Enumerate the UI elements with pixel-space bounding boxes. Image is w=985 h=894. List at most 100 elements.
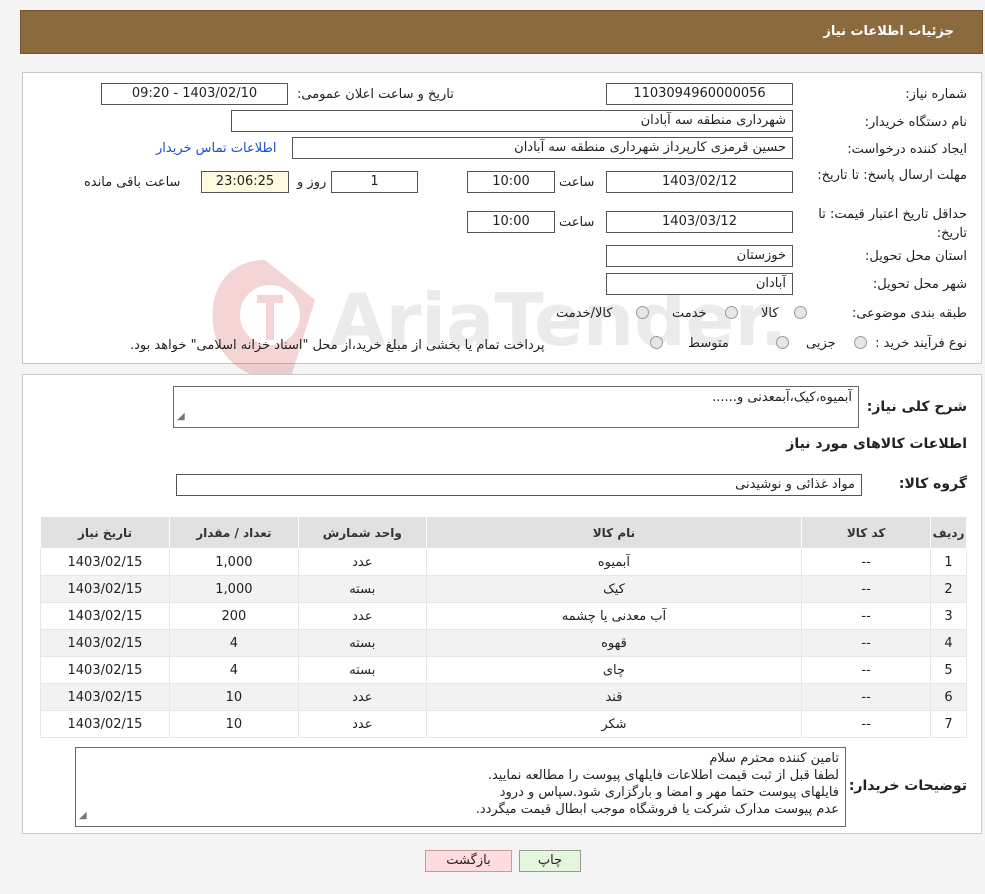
process-option-medium: متوسط <box>688 336 729 351</box>
process-type-label: نوع فرآیند خرید : <box>875 336 967 351</box>
goods-group-field[interactable]: مواد غذائی و نوشیدنی <box>176 474 862 496</box>
buyer-org-label: نام دستگاه خریدار: <box>864 115 967 130</box>
cell-row-number: 6 <box>930 683 967 711</box>
validity-date-field[interactable]: 1403/03/12 <box>606 211 793 233</box>
process-radio-minor[interactable] <box>854 336 867 349</box>
reply-date-field[interactable]: 1403/02/12 <box>606 171 793 193</box>
buyer-note-line: فایلهای پیوست حتما مهر و امضا و بارگزاری… <box>499 785 839 800</box>
buyer-note-line: عدم پیوست مدارک شرکت یا فروشگاه موجب ابط… <box>475 802 839 817</box>
table-header-row: ردیف کد کالا نام کالا واحد شمارش تعداد /… <box>40 516 967 549</box>
cell-unit: عدد <box>297 710 427 738</box>
validity-time-label: ساعت <box>559 215 595 230</box>
resize-grip-icon[interactable]: ◢ <box>79 807 87 824</box>
resize-grip-icon[interactable]: ◢ <box>177 408 185 425</box>
category-option-service: خدمت <box>672 306 707 321</box>
reply-time-field[interactable]: 10:00 <box>467 171 555 193</box>
cell-row-number: 4 <box>930 629 967 657</box>
reply-time-label: ساعت <box>559 175 595 190</box>
reply-deadline-label: مهلت ارسال پاسخ: تا تاریخ: <box>817 168 967 183</box>
items-heading: اطلاعات کالاهای مورد نیاز <box>786 436 967 452</box>
category-label: طبقه بندی موضوعی: <box>851 306 967 321</box>
table-row[interactable]: 7 -- شکر عدد 10 1403/02/15 <box>40 710 967 738</box>
cell-goods-code: -- <box>801 629 932 657</box>
cell-goods-code: -- <box>801 548 932 576</box>
announce-date-label: تاریخ و ساعت اعلان عمومی: <box>297 87 454 102</box>
creator-label: ایجاد کننده درخواست: <box>847 142 967 157</box>
need-summary-label: شرح کلی نیاز: <box>866 399 967 415</box>
need-summary-text: آبمیوه،کیک،آبمعدنی و...... <box>712 390 852 405</box>
table-row[interactable]: 6 -- قند عدد 10 1403/02/15 <box>40 683 967 711</box>
cell-need-date: 1403/02/15 <box>40 710 170 738</box>
table-row[interactable]: 3 -- آب معدنی یا چشمه عدد 200 1403/02/15 <box>40 602 967 630</box>
cell-unit: عدد <box>297 602 427 630</box>
need-number-field[interactable]: 1103094960000056 <box>606 83 793 105</box>
category-option-both: کالا/خدمت <box>556 306 613 321</box>
cell-goods-name: قند <box>425 683 803 711</box>
cell-unit: بسته <box>297 656 427 684</box>
cell-row-number: 5 <box>930 656 967 684</box>
process-radio-medium[interactable] <box>776 336 789 349</box>
goods-group-label: گروه کالا: <box>898 476 967 492</box>
province-label: استان محل تحویل: <box>865 249 967 264</box>
days-label: روز و <box>297 175 327 190</box>
cell-goods-code: -- <box>801 575 932 603</box>
cell-need-date: 1403/02/15 <box>40 575 170 603</box>
cell-need-date: 1403/02/15 <box>40 548 170 576</box>
buyer-notes-textarea[interactable]: تامین کننده محترم سلام لطفا قبل از ثبت ق… <box>75 747 846 827</box>
cell-quantity: 10 <box>168 683 299 711</box>
price-validity-label: حداقل تاریخ اعتبار قیمت: تا تاریخ: <box>818 207 967 241</box>
category-radio-both[interactable] <box>636 306 649 319</box>
cell-need-date: 1403/02/15 <box>40 602 170 630</box>
cell-quantity: 4 <box>168 656 299 684</box>
col-header-goods-code: کد کالا <box>801 516 932 549</box>
cell-unit: عدد <box>297 548 427 576</box>
cell-row-number: 1 <box>930 548 967 576</box>
table-row[interactable]: 5 -- چای بسته 4 1403/02/15 <box>40 656 967 684</box>
table-row[interactable]: 2 -- کیک بسته 1,000 1403/02/15 <box>40 575 967 603</box>
col-header-quantity: تعداد / مقدار <box>168 516 299 549</box>
cell-unit: بسته <box>297 629 427 657</box>
remaining-time-label: ساعت باقی مانده <box>84 175 181 190</box>
col-header-unit: واحد شمارش <box>297 516 427 549</box>
category-radio-goods[interactable] <box>794 306 807 319</box>
cell-row-number: 3 <box>930 602 967 630</box>
cell-need-date: 1403/02/15 <box>40 683 170 711</box>
cell-goods-name: شکر <box>425 710 803 738</box>
treasury-checkbox[interactable] <box>650 336 663 349</box>
need-summary-textarea[interactable]: آبمیوه،کیک،آبمعدنی و...... ◢ <box>173 386 859 428</box>
cell-quantity: 200 <box>168 602 299 630</box>
treasury-note: پرداخت تمام یا بخشی از مبلغ خرید،از محل … <box>130 338 545 353</box>
city-field[interactable]: آبادان <box>606 273 793 295</box>
validity-time-field[interactable]: 10:00 <box>467 211 555 233</box>
process-option-minor: جزیی <box>806 336 836 351</box>
cell-goods-code: -- <box>801 710 932 738</box>
col-header-need-date: تاریخ نیاز <box>40 516 170 549</box>
buyer-note-line: تامین کننده محترم سلام <box>709 751 839 766</box>
table-row[interactable]: 4 -- قهوه بسته 4 1403/02/15 <box>40 629 967 657</box>
cell-quantity: 1,000 <box>168 575 299 603</box>
creator-field[interactable]: حسین قرمزی کارپرداز شهرداری منطقه سه آبا… <box>292 137 793 159</box>
cell-goods-code: -- <box>801 683 932 711</box>
category-option-goods: کالا <box>761 306 779 321</box>
remaining-time-field[interactable]: 23:06:25 <box>201 171 289 193</box>
need-number-label: شماره نیاز: <box>905 87 967 102</box>
buyer-org-field[interactable]: شهرداری منطقه سه آبادان <box>231 110 793 132</box>
col-header-goods-name: نام کالا <box>425 516 803 549</box>
category-radio-service[interactable] <box>725 306 738 319</box>
days-field[interactable]: 1 <box>331 171 418 193</box>
cell-need-date: 1403/02/15 <box>40 656 170 684</box>
items-table: ردیف کد کالا نام کالا واحد شمارش تعداد /… <box>40 516 967 738</box>
cell-goods-code: -- <box>801 602 932 630</box>
page-header: جزئیات اطلاعات نیاز <box>20 10 983 54</box>
back-button[interactable]: بازگشت <box>425 850 512 872</box>
cell-goods-name: کیک <box>425 575 803 603</box>
buyer-contact-link[interactable]: اطلاعات تماس خریدار <box>156 141 276 156</box>
cell-row-number: 7 <box>930 710 967 738</box>
cell-goods-name: قهوه <box>425 629 803 657</box>
table-row[interactable]: 1 -- آبمیوه عدد 1,000 1403/02/15 <box>40 548 967 576</box>
province-field[interactable]: خوزستان <box>606 245 793 267</box>
cell-goods-code: -- <box>801 656 932 684</box>
print-button[interactable]: چاپ <box>519 850 581 872</box>
cell-goods-name: آب معدنی یا چشمه <box>425 602 803 630</box>
announce-date-field[interactable]: 1403/02/10 - 09:20 <box>101 83 288 105</box>
